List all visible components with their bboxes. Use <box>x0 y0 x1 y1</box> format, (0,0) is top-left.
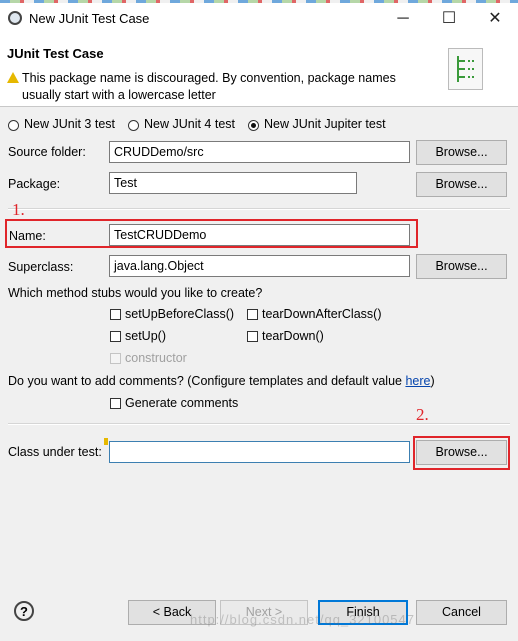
watermark-text: http://blog.csdn.net/qq_32100547 <box>190 612 415 627</box>
checkbox-constructor <box>110 353 121 364</box>
wizard-title: JUnit Test Case <box>7 46 104 61</box>
close-button[interactable]: ✕ <box>480 6 510 32</box>
class-under-test-input[interactable] <box>109 441 410 463</box>
name-label: Name: <box>9 229 46 243</box>
warning-icon <box>7 72 19 83</box>
configure-templates-link[interactable]: here <box>405 374 430 388</box>
window-title: New JUnit Test Case <box>29 11 150 26</box>
radio-junit-jupiter[interactable] <box>248 120 259 131</box>
annotation-step-2: 2. <box>416 405 429 424</box>
maximize-button[interactable]: ☐ <box>434 6 464 32</box>
class-under-test-browse-button[interactable]: Browse... <box>416 440 507 465</box>
method-stubs-question: Which method stubs would you like to cre… <box>8 286 263 300</box>
setup-label[interactable]: setUp() <box>125 329 166 343</box>
radio-junit4-label[interactable]: New JUnit 4 test <box>144 117 235 131</box>
generate-comments-label[interactable]: Generate comments <box>125 396 238 410</box>
class-under-test-label: Class under test: <box>8 445 102 459</box>
help-icon[interactable]: ? <box>14 601 34 621</box>
superclass-input[interactable]: java.lang.Object <box>109 255 410 277</box>
source-folder-input[interactable]: CRUDDemo/src <box>109 141 410 163</box>
junit-wizard-icon <box>448 48 483 90</box>
minimize-button[interactable]: ─ <box>388 6 418 32</box>
package-input[interactable]: Test <box>109 172 357 194</box>
background-stripe <box>0 0 518 3</box>
cancel-button[interactable]: Cancel <box>416 600 507 625</box>
constructor-label: constructor <box>125 351 187 365</box>
separator <box>8 208 510 210</box>
source-folder-label: Source folder: <box>8 145 86 159</box>
package-browse-button[interactable]: Browse... <box>416 172 507 197</box>
teardown-after-class-label[interactable]: tearDownAfterClass() <box>262 307 381 321</box>
comments-question-suffix: ) <box>430 374 435 388</box>
superclass-browse-button[interactable]: Browse... <box>416 254 507 279</box>
superclass-label: Superclass: <box>8 260 74 274</box>
warning-message: This package name is discouraged. By con… <box>22 71 396 102</box>
checkbox-teardown[interactable] <box>247 331 258 342</box>
name-input[interactable]: TestCRUDDemo <box>109 224 410 246</box>
package-label: Package: <box>8 177 61 191</box>
setup-before-class-label[interactable]: setUpBeforeClass() <box>125 307 234 321</box>
radio-junit4[interactable] <box>128 120 139 131</box>
content-assist-icon <box>104 438 108 445</box>
radio-junit3-label[interactable]: New JUnit 3 test <box>24 117 115 131</box>
comments-question-text: Do you want to add comments? (Configure … <box>8 374 406 388</box>
separator <box>8 423 510 425</box>
radio-junit3[interactable] <box>8 120 19 131</box>
source-folder-browse-button[interactable]: Browse... <box>416 140 507 165</box>
radio-junit-jupiter-label[interactable]: New JUnit Jupiter test <box>264 117 386 131</box>
annotation-step-1: 1. <box>12 200 25 219</box>
checkbox-setup[interactable] <box>110 331 121 342</box>
teardown-label[interactable]: tearDown() <box>262 329 324 343</box>
checkbox-generate-comments[interactable] <box>110 398 121 409</box>
checkbox-setup-before-class[interactable] <box>110 309 121 320</box>
checkbox-teardown-after-class[interactable] <box>247 309 258 320</box>
comments-question: Do you want to add comments? (Configure … <box>8 374 435 388</box>
eclipse-icon <box>8 11 22 25</box>
